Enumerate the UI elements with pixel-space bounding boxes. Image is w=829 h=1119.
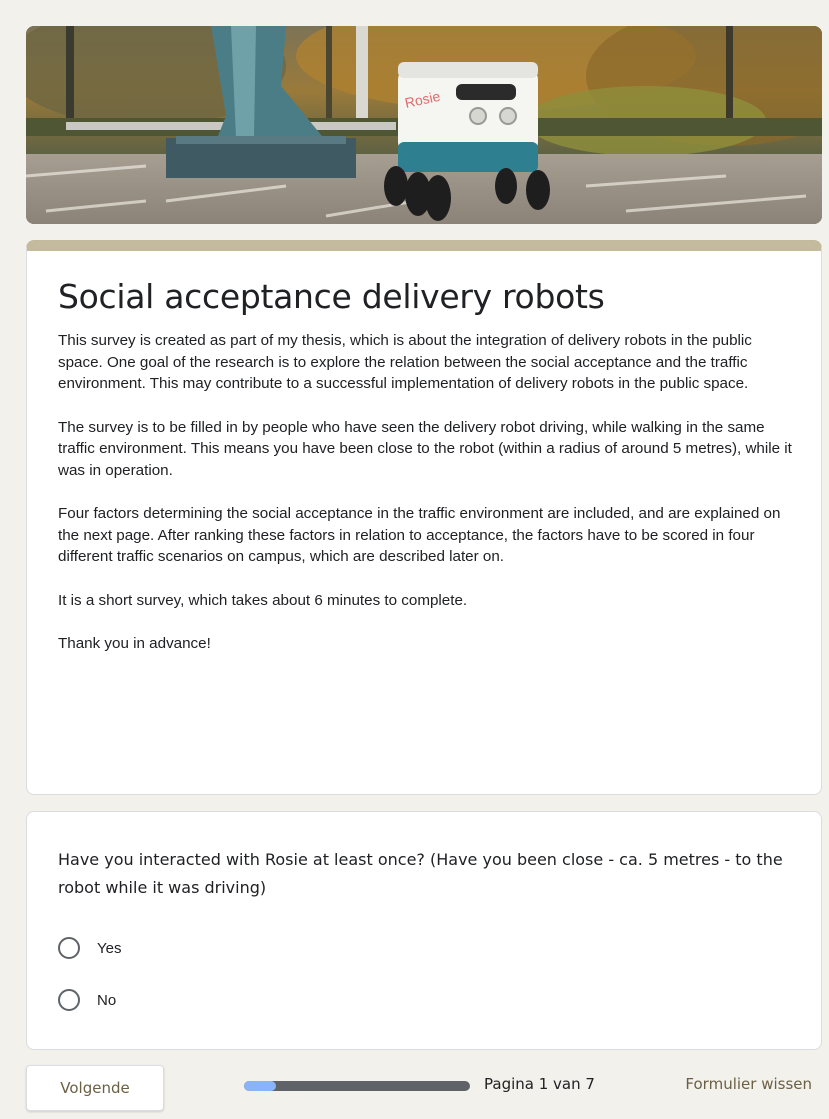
progress-bar [244, 1081, 470, 1091]
clear-form-button[interactable]: Formulier wissen [685, 1075, 812, 1093]
radio-button[interactable] [58, 937, 80, 959]
option-no[interactable]: No [58, 974, 797, 1026]
progress-fill [244, 1081, 277, 1091]
form-footer: Volgende Pagina 1 van 7 Formulier wissen [26, 1065, 822, 1111]
next-button[interactable]: Volgende [26, 1065, 164, 1111]
description-paragraph: Four factors determining the social acce… [58, 505, 781, 565]
form-description: This survey is created as part of my the… [58, 330, 797, 655]
form-container: Rosie Social acceptance delivery robots … [26, 26, 822, 1050]
page-indicator: Pagina 1 van 7 [484, 1075, 595, 1093]
question-title: Have you interacted with Rosie at least … [58, 850, 783, 897]
radio-button[interactable] [58, 989, 80, 1011]
delivery-robot-photo: Rosie [26, 26, 822, 224]
form-header-card: Social acceptance delivery robots This s… [26, 240, 822, 795]
option-label: Yes [97, 939, 122, 957]
description-paragraph: The survey is to be filled in by people … [58, 418, 792, 479]
description-paragraph: This survey is created as part of my the… [58, 332, 752, 392]
form-title: Social acceptance delivery robots [58, 277, 605, 316]
description-paragraph: Thank you in advance! [58, 635, 211, 652]
question-card: Have you interacted with Rosie at least … [26, 811, 822, 1050]
option-yes[interactable]: Yes [58, 922, 797, 974]
header-banner-image: Rosie [26, 26, 822, 224]
description-paragraph: It is a short survey, which takes about … [58, 591, 468, 609]
option-label: No [97, 991, 117, 1009]
